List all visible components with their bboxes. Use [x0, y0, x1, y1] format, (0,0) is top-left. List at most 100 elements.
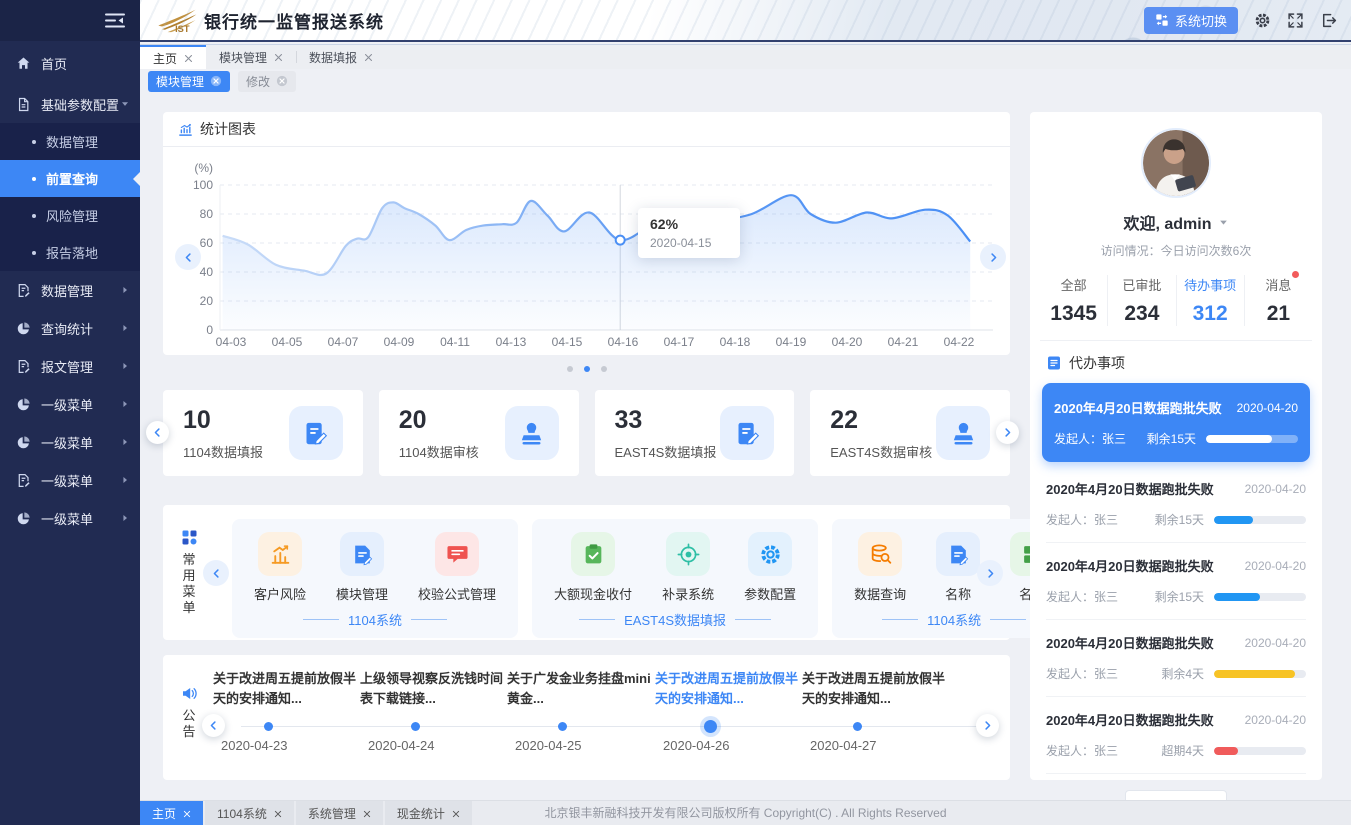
stats-next-button[interactable]	[996, 421, 1019, 444]
footer-tab[interactable]: 主页	[140, 801, 203, 825]
welcome-text: 欢迎, admin	[1123, 210, 1211, 234]
announcements-label: 公告	[177, 685, 201, 740]
stat-card[interactable]: 201104数据审核	[379, 390, 579, 476]
sidebar-subitem[interactable]: 数据管理	[0, 123, 140, 160]
open-tab[interactable]: 模块管理	[206, 45, 296, 69]
pager-dot[interactable]	[584, 366, 590, 372]
sidebar-item[interactable]: 一级菜单	[0, 385, 140, 423]
footer-tab[interactable]: 系统管理	[296, 801, 383, 825]
quick-menu-item[interactable]: 数据查询	[854, 532, 906, 603]
close-icon[interactable]	[274, 53, 283, 62]
logout-icon[interactable]	[1320, 12, 1337, 29]
profile-stat[interactable]: 已审批234	[1107, 275, 1175, 326]
profile-stat[interactable]: 待办事项312	[1176, 275, 1244, 326]
timeline-dot	[853, 722, 862, 731]
close-icon[interactable]	[452, 810, 460, 818]
filter-chip-row: 模块管理修改	[140, 69, 296, 93]
sidebar-item[interactable]: 首页	[0, 41, 140, 85]
sidebar-item[interactable]: 一级菜单	[0, 423, 140, 461]
announcement-title: 关于广发金业务挂盘mini黄金...	[507, 669, 659, 709]
todo-item[interactable]: 2020年4月20日数据跑批失败2020-04-20发起人：张三剩余15天	[1042, 383, 1310, 462]
footer-tab[interactable]: 现金统计	[385, 801, 472, 825]
stat-card[interactable]: 33EAST4S数据填报	[595, 390, 795, 476]
sidebar-item[interactable]: 数据管理	[0, 271, 140, 309]
quick-menu-item[interactable]: 客户风险	[254, 532, 306, 603]
system-switch-button[interactable]: 系统切换	[1144, 7, 1238, 34]
sidebar-item[interactable]: 查询统计	[0, 309, 140, 347]
welcome-user[interactable]: 欢迎, admin	[1030, 210, 1322, 234]
announcements-next-button[interactable]	[976, 714, 999, 737]
collapse-menu-icon[interactable]	[104, 12, 126, 29]
quick-menu-item[interactable]: 模块管理	[336, 532, 388, 603]
docedit-icon	[16, 473, 31, 488]
sidebar-item-label: 数据管理	[41, 281, 120, 300]
announcement-item[interactable]: 上级领导视察反洗钱时间表下载链接...2020-04-24	[360, 655, 512, 709]
stat-card[interactable]: 101104数据填报	[163, 390, 363, 476]
announcements-prev-button[interactable]	[202, 714, 225, 737]
open-tab[interactable]: 主页	[140, 45, 206, 69]
pager-dot[interactable]	[601, 366, 607, 372]
sidebar-item[interactable]: 一级菜单	[0, 499, 140, 537]
stats-prev-button[interactable]	[146, 421, 169, 444]
announcement-item[interactable]: 关于广发金业务挂盘mini黄金...2020-04-25	[507, 655, 659, 709]
close-icon[interactable]	[184, 54, 193, 63]
close-icon[interactable]	[183, 810, 191, 818]
quick-menu-next-button[interactable]	[977, 560, 1003, 586]
sidebar-subitem[interactable]: 风险管理	[0, 197, 140, 234]
announcement-item[interactable]: 关于改进周五提前放假半天的安排通知...2020-04-26	[655, 655, 807, 709]
settings-gear-icon[interactable]	[1254, 12, 1271, 29]
announcement-item[interactable]: 关于改进周五提前放假半天的安排通知...2020-04-27	[802, 655, 954, 709]
sidebar-item-label: 一级菜单	[41, 509, 120, 528]
sidebar-item[interactable]: 报文管理	[0, 347, 140, 385]
profile-stat[interactable]: 消息21	[1244, 275, 1312, 326]
arrow-right-icon	[120, 323, 130, 333]
todo-item[interactable]: 2020年4月20日数据跑批失败2020-04-20发起人：张三剩余15天	[1046, 466, 1306, 543]
group-caption: EAST4S数据填报	[579, 610, 771, 629]
svg-text:04-03: 04-03	[216, 335, 247, 349]
close-icon[interactable]	[274, 810, 282, 818]
app-title: 银行统一监管报送系统	[204, 8, 384, 33]
filter-chip[interactable]: 模块管理	[148, 71, 230, 92]
bullet-icon	[32, 214, 36, 218]
profile-stat[interactable]: 全部1345	[1040, 275, 1107, 326]
user-avatar[interactable]	[1141, 128, 1211, 198]
chart-next-button[interactable]	[980, 244, 1006, 270]
chart-prev-button[interactable]	[175, 244, 201, 270]
todo-item[interactable]: 2020年4月20日数据跑批失败2020-04-20发起人：张三超期4天	[1046, 697, 1306, 774]
close-circle-icon[interactable]	[210, 75, 222, 87]
quick-menu-prev-button[interactable]	[203, 560, 229, 586]
sidebar-subitem[interactable]: 报告落地	[0, 234, 140, 271]
quick-menu-item[interactable]: 参数配置	[744, 532, 796, 603]
filter-chip[interactable]: 修改	[238, 71, 296, 92]
todo-progress-bar	[1214, 593, 1306, 601]
sidebar-item[interactable]: 基础参数配置	[0, 85, 140, 123]
footer-tab[interactable]: 1104系统	[205, 801, 294, 825]
todo-item[interactable]: 2020年4月20日数据跑批失败2020-04-20发起人：张三剩余15天	[1046, 543, 1306, 620]
todo-remaining: 剩余4天	[1161, 665, 1204, 682]
quick-menu-item[interactable]: 名称	[936, 532, 980, 603]
stat-card[interactable]: 22EAST4S数据审核	[810, 390, 1010, 476]
quick-menu-item[interactable]: 校验公式管理	[418, 532, 496, 603]
sidebar-subitem[interactable]: 前置查询	[0, 160, 140, 197]
sidebar-item[interactable]: 一级菜单	[0, 461, 140, 499]
line-chart[interactable]: 100806040200(%)04-0304-0504-0704-0904-11…	[163, 148, 1010, 354]
todo-remaining: 剩余15天	[1155, 588, 1204, 605]
top-actions: 系统切换	[1144, 7, 1337, 34]
open-tab[interactable]: 数据填报	[296, 45, 386, 69]
todo-initiator: 发起人：张三	[1046, 588, 1118, 605]
cash-icon	[571, 532, 615, 576]
tab-label: 模块管理	[219, 49, 267, 66]
chevron-left-icon	[208, 720, 219, 731]
close-circle-icon[interactable]	[276, 75, 288, 87]
quick-menu-item[interactable]: 补录系统	[662, 532, 714, 603]
close-icon[interactable]	[364, 53, 373, 62]
quick-menu-item[interactable]: 大额现金收付	[554, 532, 632, 603]
close-icon[interactable]	[363, 810, 371, 818]
fullscreen-icon[interactable]	[1287, 12, 1304, 29]
todo-title: 2020年4月20日数据跑批失败	[1046, 479, 1214, 498]
pager-dot[interactable]	[567, 366, 573, 372]
todo-item[interactable]: 2020年4月20日数据跑批失败2020-04-20发起人：张三剩余4天	[1046, 620, 1306, 697]
announcement-item[interactable]: 关于改进周五提前放假半天的安排通知...2020-04-23	[213, 655, 365, 709]
chevron-right-icon	[1002, 427, 1013, 438]
svg-text:04-07: 04-07	[328, 335, 359, 349]
